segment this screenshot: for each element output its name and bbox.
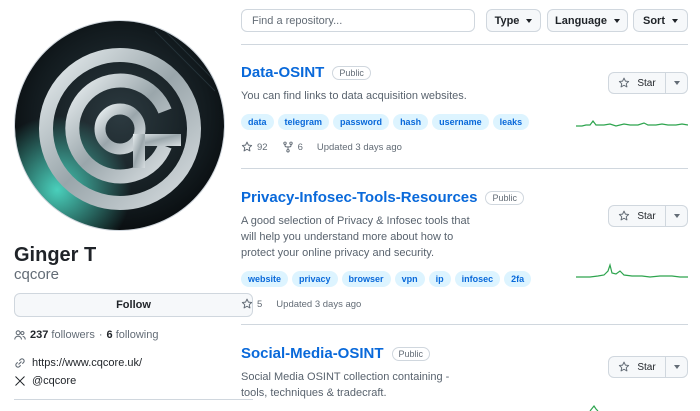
activity-sparkline (576, 120, 688, 127)
following-link[interactable]: 6 following (107, 329, 159, 341)
star-dropdown-button[interactable] (666, 205, 688, 227)
repo-name-link[interactable]: Privacy-Infosec-Tools-Resources (241, 189, 477, 206)
star-count: 5 (257, 298, 263, 310)
chevron-down-icon (673, 214, 680, 218)
repo-description: You can find links to data acquisition w… (241, 90, 467, 102)
people-icon (14, 329, 26, 341)
chevron-down-icon (673, 365, 680, 369)
type-filter-button[interactable]: Type (486, 9, 541, 32)
sparkline-line (576, 120, 688, 127)
topic-tag[interactable]: leaks (492, 114, 530, 130)
star-button-group: Star (608, 205, 688, 227)
chevron-down-icon (526, 18, 533, 23)
star-button[interactable]: Star (608, 356, 666, 378)
star-icon (241, 141, 253, 153)
following-count: 6 (106, 329, 113, 341)
star-dropdown-button[interactable] (666, 356, 688, 378)
language-filter-button[interactable]: Language (547, 9, 628, 32)
visibility-badge: Public (332, 65, 371, 80)
chevron-down-icon (673, 81, 680, 85)
topic-tag[interactable]: telegram (277, 114, 330, 130)
stargazers-link[interactable]: 5 (241, 298, 262, 310)
follow-button[interactable]: Follow (14, 293, 253, 317)
forks-link[interactable]: 6 (282, 141, 303, 153)
avatar (14, 20, 225, 231)
followers-count: 237 (30, 329, 49, 341)
star-count: 92 (257, 141, 268, 153)
sparkline-line (589, 404, 599, 411)
followers-label: followers (51, 329, 95, 341)
topic-tag[interactable]: privacy (292, 271, 338, 287)
sparkline-line (576, 262, 688, 278)
updated-time: Updated 3 days ago (316, 141, 402, 153)
repo-meta: 92 6 Updated 3 days ago (241, 141, 688, 153)
visibility-badge: Public (391, 346, 431, 361)
social-link[interactable]: @cqcore (32, 375, 76, 387)
topic-tag[interactable]: infosec (454, 271, 501, 287)
star-label: Star (637, 77, 656, 89)
visibility-badge: Public (485, 190, 524, 205)
repo-divider (241, 168, 688, 169)
repo-search-input[interactable] (241, 9, 475, 32)
language-filter-label: Language (555, 14, 607, 27)
star-dropdown-button[interactable] (666, 72, 688, 94)
star-label: Star (637, 361, 656, 373)
topic-tag[interactable]: website (241, 271, 289, 287)
repo-divider (241, 324, 688, 325)
topic-tag[interactable]: hash (393, 114, 429, 130)
topic-tag[interactable]: browser (341, 271, 391, 287)
fork-count: 6 (297, 141, 303, 153)
star-label: Star (637, 210, 656, 222)
profile-login: cqcore (14, 266, 60, 283)
chevron-down-icon (672, 18, 678, 23)
star-button[interactable]: Star (608, 205, 666, 227)
topic-tag[interactable]: vpn (394, 271, 425, 287)
follow-stats: 237 followers · 6 following (14, 329, 159, 341)
profile-name: Ginger T (14, 244, 97, 266)
repo-description: Social Media OSINT collection containing… (241, 371, 450, 399)
updated-time: Updated 3 days ago (276, 298, 362, 310)
repo-name-link[interactable]: Social-Media-OSINT (241, 345, 384, 362)
fork-icon (282, 141, 294, 153)
repo-name-link[interactable]: Data-OSINT (241, 64, 324, 81)
follow-separator: · (98, 329, 103, 341)
star-icon (618, 361, 630, 373)
website-link[interactable]: https://www.cqcore.uk/ (32, 357, 142, 369)
activity-sparkline (576, 262, 688, 278)
sort-filter-label: Sort (643, 14, 665, 27)
star-button-group: Star (608, 356, 688, 378)
topic-tag[interactable]: ip (428, 271, 451, 287)
repo-description: A good selection of Privacy & Infosec to… (241, 215, 470, 259)
stargazers-link[interactable]: 92 (241, 141, 268, 153)
topic-tag[interactable]: data (241, 114, 274, 130)
sort-filter-button[interactable]: Sort (633, 9, 688, 32)
social-row: @cqcore (14, 375, 76, 387)
following-label: following (115, 329, 159, 341)
link-icon (14, 357, 26, 369)
chevron-down-icon (613, 18, 620, 23)
type-filter-label: Type (494, 14, 520, 27)
activity-sparkline (589, 404, 599, 411)
repo-meta: 5 Updated 3 days ago (241, 298, 688, 310)
followers-link[interactable]: 237 followers (30, 329, 95, 341)
topic-tag[interactable]: username (432, 114, 489, 130)
topic-tag[interactable]: password (333, 114, 390, 130)
star-icon (618, 77, 630, 89)
filter-divider (241, 44, 688, 45)
star-button[interactable]: Star (608, 72, 666, 94)
left-divider (14, 399, 253, 400)
star-icon (618, 210, 630, 222)
star-button-group: Star (608, 72, 688, 94)
x-logo-icon (14, 375, 26, 387)
website-row: https://www.cqcore.uk/ (14, 357, 142, 369)
star-icon (241, 298, 253, 310)
topic-tag[interactable]: 2fa (504, 271, 532, 287)
